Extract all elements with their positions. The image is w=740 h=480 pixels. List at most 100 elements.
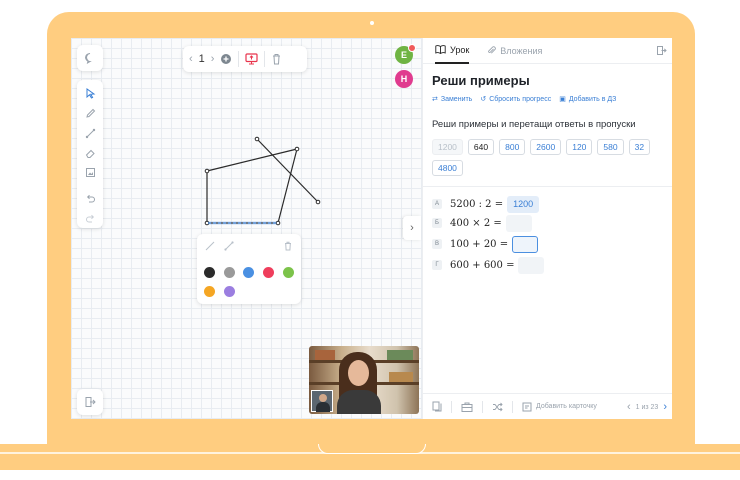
exercise-row: Б 400 × 2 = [432,214,532,232]
redo-icon [85,214,94,223]
self-view-video[interactable] [311,390,333,412]
replace-button[interactable]: ⇄ Заменить [432,95,472,104]
color-swatch-black[interactable] [204,267,215,278]
exit-icon [85,397,96,407]
color-swatch-purple[interactable] [224,286,235,297]
page-number: 1 [198,53,205,65]
answer-chip[interactable]: 1200 [432,139,463,155]
answer-chip[interactable]: 640 [467,139,495,155]
pencil-tool[interactable] [80,104,100,124]
chat-button[interactable] [77,45,103,71]
cards-icon[interactable] [432,401,442,412]
reset-progress-button[interactable]: ↺ Сбросить прогресс [480,95,552,104]
cursor-tool[interactable] [80,84,100,104]
answer-slot[interactable] [518,256,545,274]
avatar[interactable]: Н [395,70,413,88]
answer-chips: 1200 640 800 2600 120 580 32 4800 [432,139,670,176]
self-view-body [316,402,330,412]
add-card-icon [522,402,532,411]
exit-lesson-icon[interactable] [656,45,667,56]
card-counter: 1 из 23 [635,403,659,411]
color-swatch-orange[interactable] [204,286,215,297]
exit-board-button[interactable] [77,389,103,415]
tab-attachments[interactable]: Вложения [487,38,542,64]
exercise-letter: Г [432,260,442,270]
exercise-expression: 400 × 2 = [450,217,502,229]
exercise-expression: 100 + 20 = [450,238,509,250]
next-card-button[interactable]: › [663,401,667,413]
redo-button[interactable] [80,208,100,228]
answer-chip[interactable]: 120 [566,139,593,155]
add-page-icon[interactable] [220,53,232,65]
trash-icon[interactable] [271,53,282,65]
line-tool[interactable] [80,123,100,143]
chat-icon [85,53,92,64]
briefcase-icon[interactable] [461,402,473,412]
books [387,350,413,360]
image-icon [85,168,95,178]
page-navigator: ‹ 1 › [183,46,307,72]
pager-separator [238,51,240,67]
notification-badge [408,44,416,52]
app-screen: ‹ 1 › Е Н › Урок Вложения Реши примеры ⇄… [71,38,672,419]
prev-page-button[interactable]: ‹ [189,53,193,65]
eraser-tool[interactable] [80,143,100,163]
exercise-row: В 100 + 20 = [432,235,539,253]
book-icon [435,45,446,54]
page-title: Реши примеры [432,73,530,88]
answer-slot[interactable] [505,214,532,232]
answer-chip[interactable]: 4800 [432,160,463,176]
color-swatch-red[interactable] [263,267,274,278]
color-swatch-blue[interactable] [243,267,254,278]
color-swatch-green[interactable] [283,267,294,278]
image-tool[interactable] [80,163,100,183]
bar-separator [482,400,483,413]
laptop-notch [318,444,426,454]
add-card-button[interactable]: Добавить карточку [522,402,597,412]
lesson-bottom-bar: Добавить карточку ‹ 1 из 23 › [423,393,672,419]
answer-chip[interactable]: 800 [499,139,526,155]
answer-chip[interactable]: 32 [628,139,651,155]
color-swatch-gray[interactable] [224,267,235,278]
shuffle-icon[interactable] [492,402,503,412]
webcam-dot [370,21,374,25]
next-page-button[interactable]: › [211,53,215,65]
homework-icon: ▣ [559,96,566,103]
answer-chip[interactable]: 2600 [530,139,562,155]
cursor-icon [86,88,95,100]
lesson-actions: ⇄ Заменить ↺ Сбросить прогресс ▣ Добавит… [432,95,617,104]
participant-face [348,360,369,386]
pencil-icon [85,108,95,118]
lesson-tabs: Урок Вложения [423,38,672,64]
line-icon [85,128,95,138]
collapse-panel-button[interactable]: › [403,216,421,240]
tools-panel [77,80,103,228]
reset-progress-label: Сбросить прогресс [489,95,552,103]
answer-chip[interactable]: 580 [597,139,624,155]
dotted-line-icon[interactable] [224,241,234,251]
delete-shape-icon[interactable] [283,241,293,251]
card-pager: ‹ 1 из 23 › [627,401,667,413]
reset-icon: ↺ [480,96,487,103]
line-style-icon[interactable] [205,241,215,251]
add-homework-button[interactable]: ▣ Добавить в ДЗ [559,95,617,104]
tab-attachments-label: Вложения [500,45,543,56]
tab-lesson[interactable]: Урок [435,38,470,64]
whiteboard[interactable]: ‹ 1 › Е Н › [71,38,422,419]
color-picker-popup [197,234,301,304]
exercise-expression: 5200 : 2 = [450,198,504,210]
prev-card-button[interactable]: ‹ [627,401,631,413]
screen-share-icon[interactable] [245,53,259,65]
participant-body [337,390,381,414]
video-call-window[interactable] [309,346,419,414]
chevron-right-icon: › [410,222,414,234]
paperclip-icon [488,46,497,54]
answer-slot[interactable]: 1200 [507,195,540,213]
add-homework-label: Добавить в ДЗ [568,95,617,103]
exercise-row: Г 600 + 600 = [432,256,545,274]
undo-icon [86,194,95,203]
answer-slot[interactable] [512,235,539,253]
divider [423,186,672,187]
undo-button[interactable] [80,189,100,209]
swap-icon: ⇄ [432,96,438,103]
